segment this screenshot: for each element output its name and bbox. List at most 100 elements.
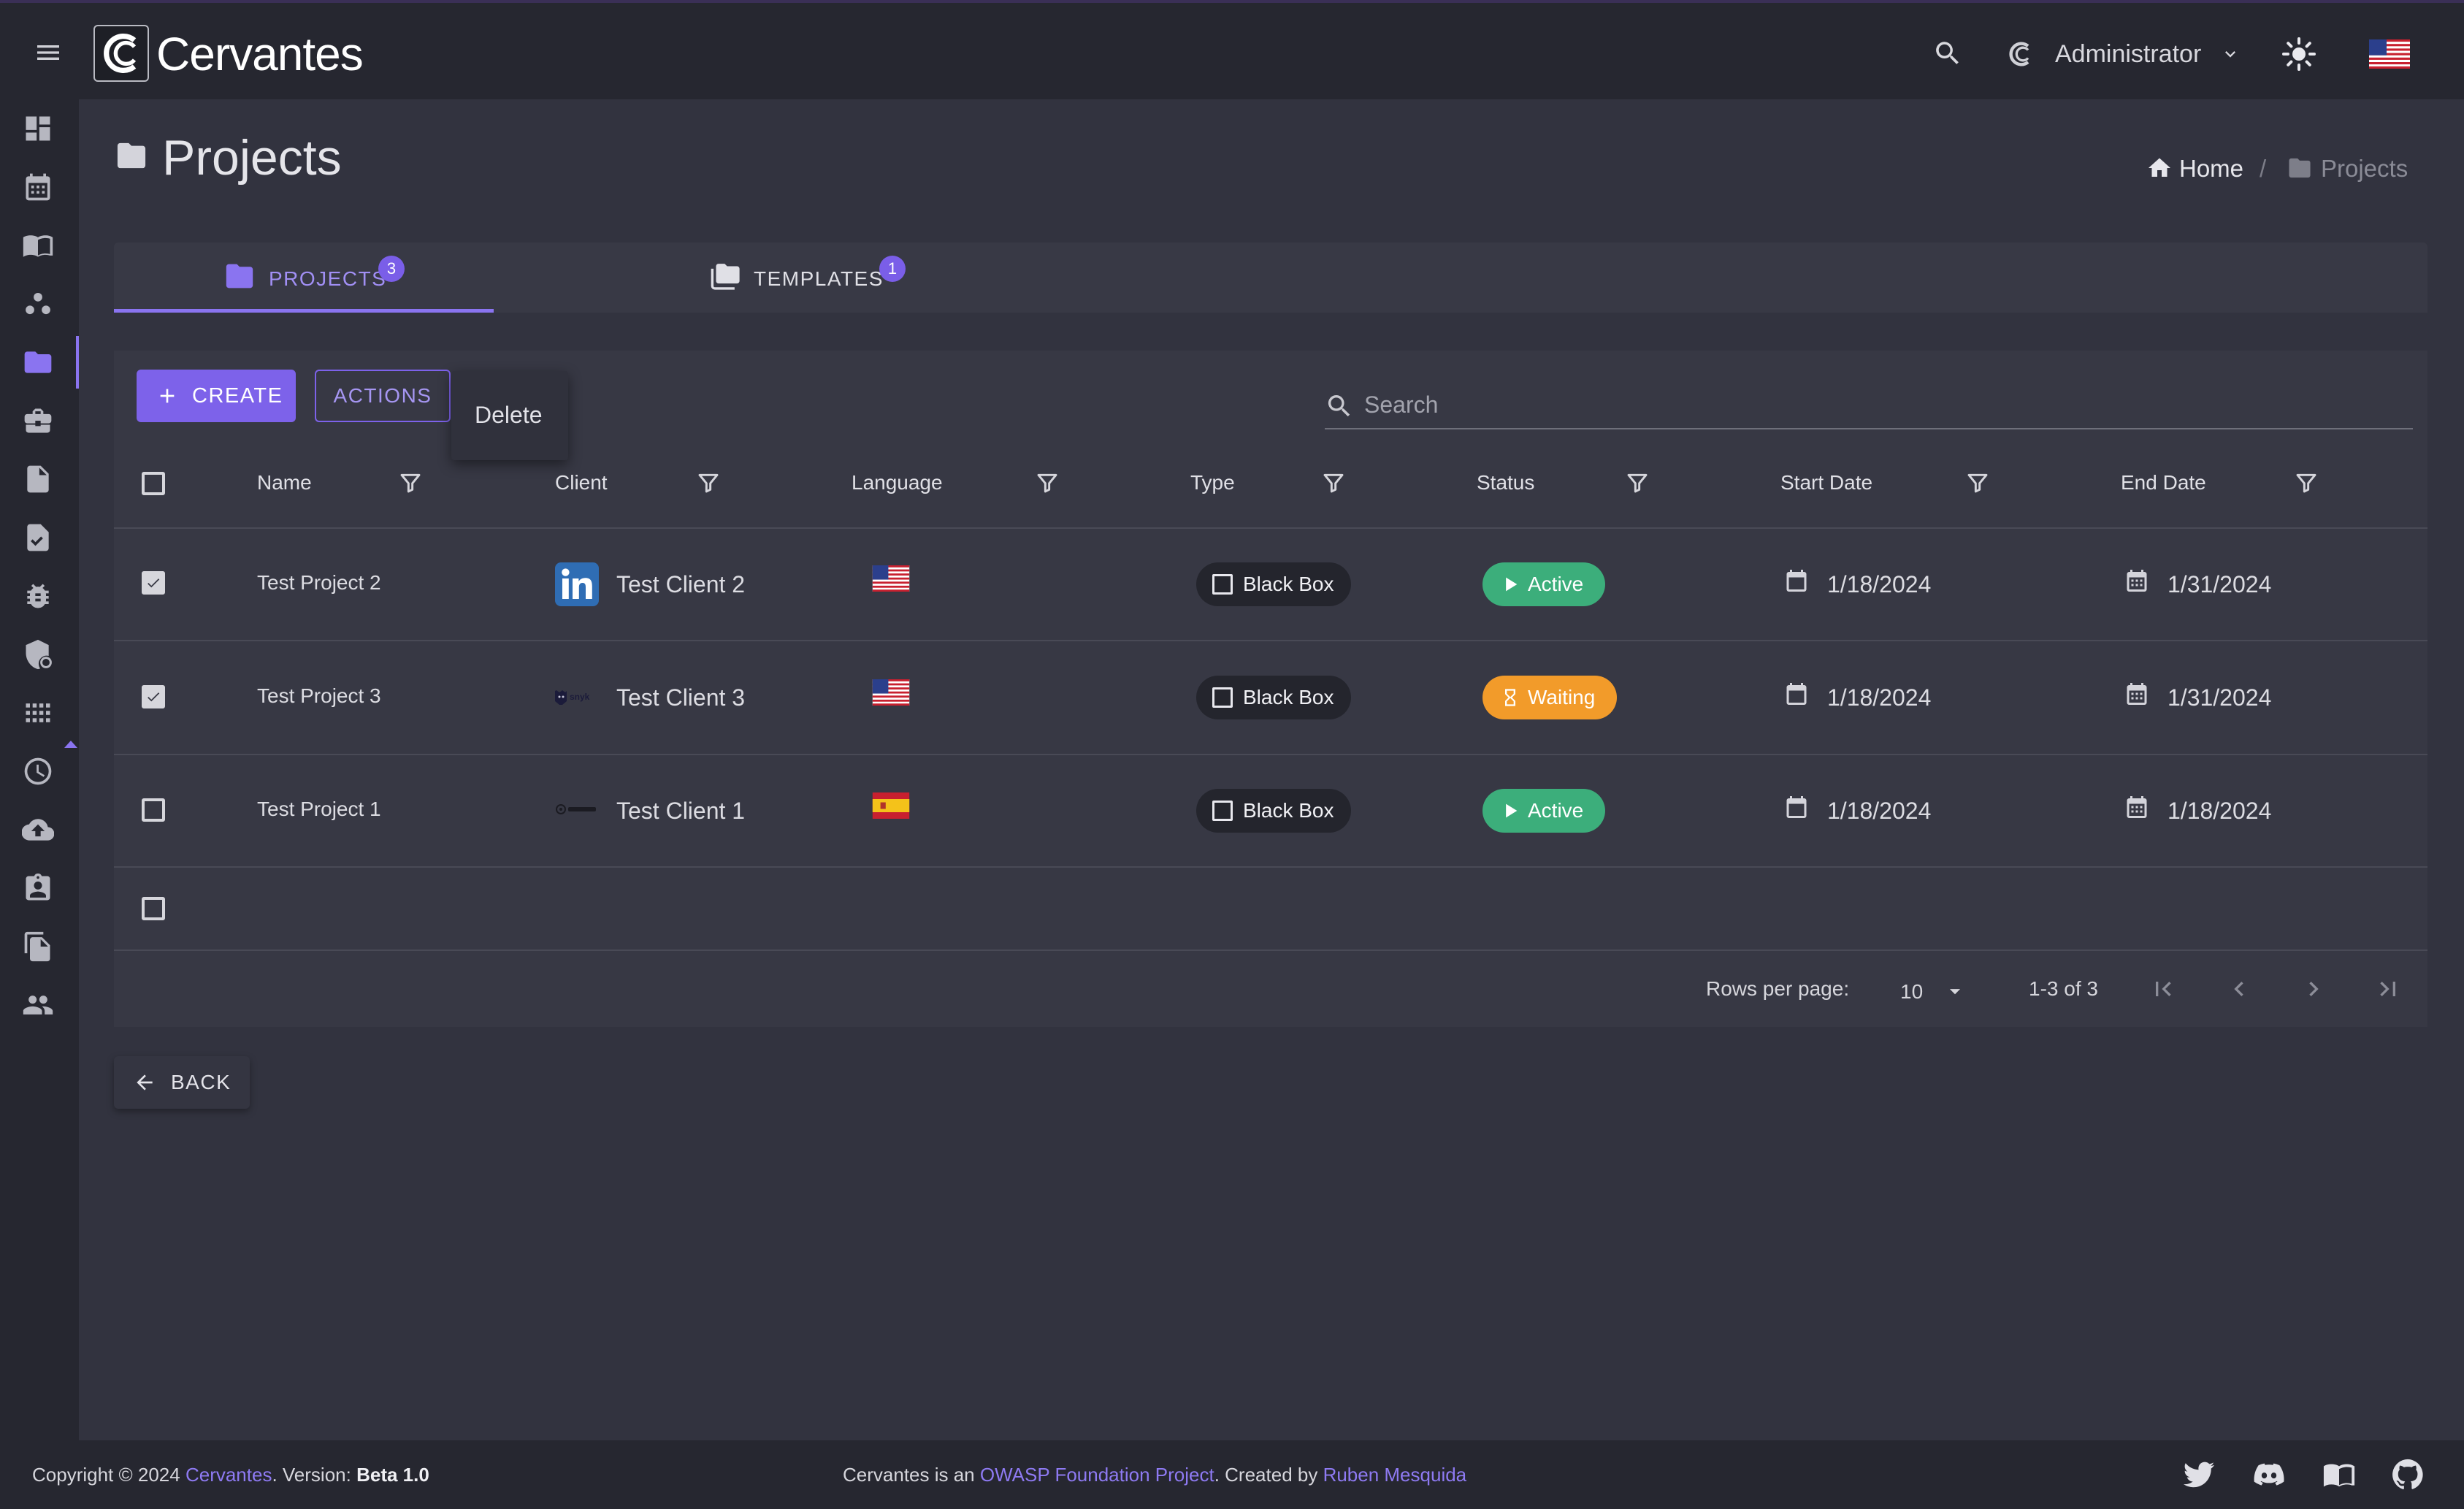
user-name[interactable]: Administrator [2055,38,2201,70]
owasp-link[interactable]: OWASP Foundation Project [980,1464,1214,1486]
app-name[interactable]: Cervantes [156,25,364,83]
folder-icon [114,140,149,171]
docs-icon[interactable] [2322,1458,2356,1491]
filter-icon[interactable] [697,470,720,495]
filter-icon[interactable] [1322,470,1345,495]
filter-icon[interactable] [1626,470,1649,495]
calendar-icon [2124,680,2150,708]
footer-brand-link[interactable]: Cervantes [185,1464,272,1486]
last-page-icon[interactable] [2373,974,2403,1004]
filter-icon[interactable] [1966,470,1989,495]
select-all-checkbox[interactable] [142,472,165,495]
copyright-text: Copyright © 2024 [32,1464,185,1486]
sidebar-item-contacts[interactable] [0,859,79,917]
folder-icon [24,351,52,373]
discord-icon[interactable] [2252,1458,2286,1491]
column-header-start-date[interactable]: Start Date [1780,470,1872,496]
column-header-client[interactable]: Client [555,470,608,496]
column-header-language[interactable]: Language [852,470,943,496]
app-logo[interactable] [93,25,149,82]
column-header-end-date[interactable]: End Date [2121,470,2206,496]
square-icon [1212,574,1233,595]
project-name[interactable]: Test Project 3 [257,683,381,709]
row-checkbox[interactable] [142,685,165,708]
play-icon [1506,803,1518,818]
tab-projects-badge: 3 [378,256,405,282]
filter-icon[interactable] [2295,470,2318,495]
footer-project-info: Cervantes is an OWASP Foundation Project… [843,1462,1466,1487]
row-checkbox[interactable] [142,571,165,595]
status-label: Waiting [1528,686,1596,708]
sidebar-item-history[interactable] [0,742,79,801]
sidebar-item-knowledge[interactable] [0,216,79,275]
client-name[interactable]: Test Client 3 [616,683,745,712]
column-header-status[interactable]: Status [1477,470,1534,496]
sidebar-item-projects[interactable] [0,333,79,391]
twitter-icon[interactable] [2182,1458,2216,1491]
sidebar-item-clients[interactable] [0,275,79,333]
create-button[interactable]: CREATE [137,370,296,422]
chevron-down-icon[interactable] [2220,44,2241,64]
dropdown-arrow-icon[interactable] [1943,979,1967,1004]
end-date: 1/18/2024 [2168,798,2272,824]
sidebar-item-upload[interactable] [0,801,79,859]
folders-icon [710,261,742,291]
back-button[interactable]: BACK [114,1056,250,1109]
filter-icon[interactable] [399,470,422,495]
calendar-icon [1783,680,1810,708]
menu-item-delete[interactable]: Delete [475,400,543,429]
actions-button[interactable]: ACTIONS [315,370,451,422]
row-checkbox[interactable] [142,798,165,822]
tab-templates[interactable]: TEMPLATES 1 [625,242,932,313]
github-icon[interactable] [2391,1458,2425,1491]
type-chip: Black Box [1196,789,1351,833]
divider [114,640,2427,641]
status-badge: Waiting [1482,676,1617,719]
sidebar-item-tasks[interactable] [0,508,79,567]
tab-projects[interactable]: PROJECTS 3 [114,242,494,313]
project-name[interactable]: Test Project 2 [257,570,381,596]
calendar-icon [2124,567,2150,595]
plus-icon [160,389,175,403]
search-input[interactable] [1364,389,2401,421]
sidebar-item-documents[interactable] [0,450,79,508]
client-name[interactable]: Test Client 1 [616,796,745,825]
filter-icon[interactable] [1036,470,1059,495]
page-title: Projects [162,130,342,186]
sidebar-item-files[interactable] [0,917,79,976]
column-header-name[interactable]: Name [257,470,312,496]
column-header-type[interactable]: Type [1190,470,1235,496]
sidebar-item-grid[interactable] [0,684,79,742]
dashboard-icon [26,116,50,141]
folder-icon [2286,156,2314,180]
previous-page-icon[interactable] [2224,974,2254,1004]
client-name[interactable]: Test Client 2 [616,570,745,599]
search-icon[interactable] [1932,38,1963,69]
sidebar-item-dashboard[interactable] [0,99,79,158]
menu-icon[interactable] [32,38,64,67]
calendar-icon [1783,567,1810,595]
rows-per-page-value[interactable]: 10 [1900,979,1923,1005]
author-link[interactable]: Ruben Mesquida [1323,1464,1467,1486]
next-page-icon[interactable] [2299,974,2328,1004]
sidebar [0,99,79,1440]
row-checkbox[interactable] [142,897,165,920]
sidebar-item-workspace[interactable] [0,391,79,450]
home-icon[interactable] [2146,155,2173,181]
first-page-icon[interactable] [2149,974,2178,1004]
actions-button-label: ACTIONS [333,384,432,407]
sidebar-item-calendar[interactable] [0,158,79,216]
footer: Copyright © 2024 Cervantes. Version: Bet… [0,1440,2464,1509]
status-badge: Active [1482,789,1605,833]
calendar-icon [26,173,50,201]
breadcrumb-home[interactable]: Home [2179,153,2243,184]
sidebar-item-users[interactable] [0,976,79,1034]
project-name[interactable]: Test Project 1 [257,796,381,822]
sidebar-item-vulns[interactable] [0,567,79,625]
sidebar-item-security[interactable] [0,625,79,684]
user-avatar[interactable] [2002,38,2038,70]
type-label: Black Box [1243,573,1334,595]
language-flag-icon[interactable] [2369,39,2410,69]
theme-toggle-icon[interactable] [2281,37,2316,72]
projects-table-card: CREATE ACTIONS Delete Name Client Langua… [114,351,2427,1027]
